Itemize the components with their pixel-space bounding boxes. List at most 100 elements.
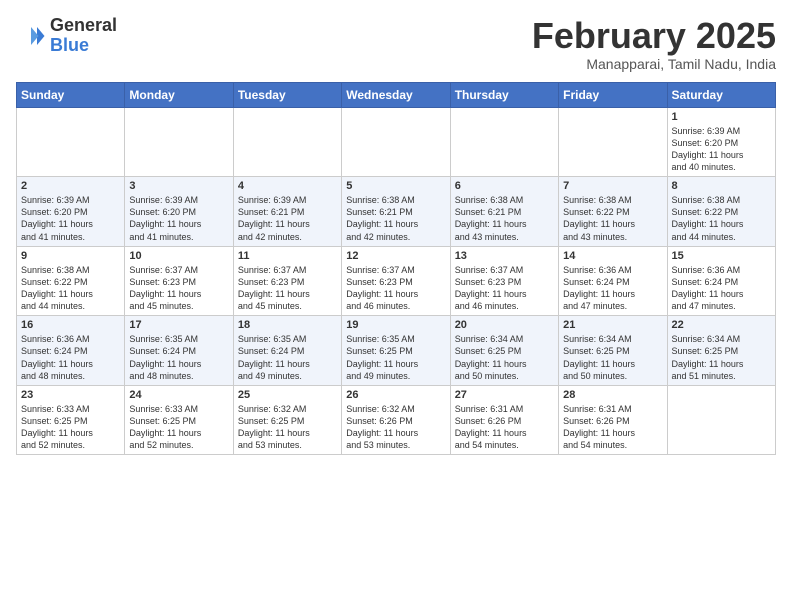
day-info: Sunrise: 6:36 AM Sunset: 6:24 PM Dayligh… [563, 264, 662, 313]
day-number: 6 [455, 180, 554, 192]
day-info: Sunrise: 6:31 AM Sunset: 6:26 PM Dayligh… [455, 403, 554, 452]
day-info: Sunrise: 6:32 AM Sunset: 6:25 PM Dayligh… [238, 403, 337, 452]
day-cell: 13 Sunrise: 6:37 AM Sunset: 6:23 PM Dayli… [450, 246, 558, 316]
calendar: SundayMondayTuesdayWednesdayThursdayFrid… [16, 82, 776, 456]
day-cell: 3 Sunrise: 6:39 AM Sunset: 6:20 PM Daylig… [125, 177, 233, 247]
day-number: 26 [346, 389, 445, 401]
day-number: 20 [455, 319, 554, 331]
day-number: 13 [455, 250, 554, 262]
day-number: 5 [346, 180, 445, 192]
day-number: 24 [129, 389, 228, 401]
day-cell [450, 107, 558, 177]
weekday-tuesday: Tuesday [233, 82, 341, 107]
day-info: Sunrise: 6:35 AM Sunset: 6:25 PM Dayligh… [346, 333, 445, 382]
day-cell: 10Sunrise: 6:37 AM Sunset: 6:23 PM Dayli… [125, 246, 233, 316]
day-info: Sunrise: 6:32 AM Sunset: 6:26 PM Dayligh… [346, 403, 445, 452]
day-number: 16 [21, 319, 120, 331]
day-cell: 1Sunrise: 6:39 AM Sunset: 6:20 PM Daylig… [667, 107, 775, 177]
calendar-body: 1Sunrise: 6:39 AM Sunset: 6:20 PM Daylig… [17, 107, 776, 455]
day-info: Sunrise: 6:39 AM Sunset: 6:20 PM Dayligh… [672, 125, 771, 174]
day-cell: 25 Sunrise: 6:32 AM Sunset: 6:25 PM Dayli… [233, 385, 341, 455]
weekday-wednesday: Wednesday [342, 82, 450, 107]
day-cell: 11 Sunrise: 6:37 AM Sunset: 6:23 PM Dayli… [233, 246, 341, 316]
day-cell: 19 Sunrise: 6:35 AM Sunset: 6:25 PM Dayli… [342, 316, 450, 386]
day-info: Sunrise: 6:38 AM Sunset: 6:22 PM Dayligh… [21, 264, 120, 313]
day-info: Sunrise: 6:37 AM Sunset: 6:23 PM Dayligh… [346, 264, 445, 313]
day-number: 8 [672, 180, 771, 192]
day-cell: 18 Sunrise: 6:35 AM Sunset: 6:24 PM Dayli… [233, 316, 341, 386]
day-info: Sunrise: 6:34 AM Sunset: 6:25 PM Dayligh… [672, 333, 771, 382]
week-row-2: 9 Sunrise: 6:38 AM Sunset: 6:22 PM Daylig… [17, 246, 776, 316]
day-number: 17 [129, 319, 228, 331]
day-number: 14 [563, 250, 662, 262]
week-row-1: 2 Sunrise: 6:39 AM Sunset: 6:20 PM Daylig… [17, 177, 776, 247]
day-number: 22 [672, 319, 771, 331]
day-number: 15 [672, 250, 771, 262]
day-number: 4 [238, 180, 337, 192]
day-cell [667, 385, 775, 455]
day-number: 18 [238, 319, 337, 331]
day-number: 7 [563, 180, 662, 192]
day-cell: 16 Sunrise: 6:36 AM Sunset: 6:24 PM Dayli… [17, 316, 125, 386]
week-row-3: 16 Sunrise: 6:36 AM Sunset: 6:24 PM Dayli… [17, 316, 776, 386]
title-block: February 2025 Manapparai, Tamil Nadu, In… [532, 16, 776, 72]
day-number: 23 [21, 389, 120, 401]
header: General Blue February 2025 Manapparai, T… [16, 16, 776, 72]
day-info: Sunrise: 6:33 AM Sunset: 6:25 PM Dayligh… [21, 403, 120, 452]
day-cell [17, 107, 125, 177]
day-info: Sunrise: 6:37 AM Sunset: 6:23 PM Dayligh… [238, 264, 337, 313]
day-cell [233, 107, 341, 177]
day-number: 2 [21, 180, 120, 192]
day-info: Sunrise: 6:35 AM Sunset: 6:24 PM Dayligh… [129, 333, 228, 382]
day-info: Sunrise: 6:33 AM Sunset: 6:25 PM Dayligh… [129, 403, 228, 452]
day-cell: 7Sunrise: 6:38 AM Sunset: 6:22 PM Daylig… [559, 177, 667, 247]
day-number: 21 [563, 319, 662, 331]
logo-general: General [50, 16, 117, 36]
weekday-friday: Friday [559, 82, 667, 107]
day-info: Sunrise: 6:31 AM Sunset: 6:26 PM Dayligh… [563, 403, 662, 452]
day-cell: 12 Sunrise: 6:37 AM Sunset: 6:23 PM Dayli… [342, 246, 450, 316]
page: General Blue February 2025 Manapparai, T… [0, 0, 792, 465]
day-cell: 4 Sunrise: 6:39 AM Sunset: 6:21 PM Daylig… [233, 177, 341, 247]
week-row-0: 1Sunrise: 6:39 AM Sunset: 6:20 PM Daylig… [17, 107, 776, 177]
calendar-header: SundayMondayTuesdayWednesdayThursdayFrid… [17, 82, 776, 107]
day-cell: 23 Sunrise: 6:33 AM Sunset: 6:25 PM Dayli… [17, 385, 125, 455]
day-cell: 26 Sunrise: 6:32 AM Sunset: 6:26 PM Dayli… [342, 385, 450, 455]
day-cell: 20 Sunrise: 6:34 AM Sunset: 6:25 PM Dayli… [450, 316, 558, 386]
day-info: Sunrise: 6:34 AM Sunset: 6:25 PM Dayligh… [563, 333, 662, 382]
day-cell: 28 Sunrise: 6:31 AM Sunset: 6:26 PM Dayli… [559, 385, 667, 455]
day-info: Sunrise: 6:38 AM Sunset: 6:22 PM Dayligh… [672, 194, 771, 243]
day-cell [342, 107, 450, 177]
day-info: Sunrise: 6:39 AM Sunset: 6:20 PM Dayligh… [129, 194, 228, 243]
day-info: Sunrise: 6:37 AM Sunset: 6:23 PM Dayligh… [129, 264, 228, 313]
day-cell: 9 Sunrise: 6:38 AM Sunset: 6:22 PM Daylig… [17, 246, 125, 316]
day-info: Sunrise: 6:37 AM Sunset: 6:23 PM Dayligh… [455, 264, 554, 313]
day-number: 12 [346, 250, 445, 262]
day-cell [125, 107, 233, 177]
day-info: Sunrise: 6:38 AM Sunset: 6:21 PM Dayligh… [346, 194, 445, 243]
day-number: 28 [563, 389, 662, 401]
day-number: 19 [346, 319, 445, 331]
weekday-monday: Monday [125, 82, 233, 107]
day-number: 27 [455, 389, 554, 401]
day-info: Sunrise: 6:34 AM Sunset: 6:25 PM Dayligh… [455, 333, 554, 382]
day-info: Sunrise: 6:36 AM Sunset: 6:24 PM Dayligh… [21, 333, 120, 382]
day-info: Sunrise: 6:39 AM Sunset: 6:21 PM Dayligh… [238, 194, 337, 243]
day-cell: 27 Sunrise: 6:31 AM Sunset: 6:26 PM Dayli… [450, 385, 558, 455]
day-info: Sunrise: 6:35 AM Sunset: 6:24 PM Dayligh… [238, 333, 337, 382]
day-number: 11 [238, 250, 337, 262]
day-cell: 22 Sunrise: 6:34 AM Sunset: 6:25 PM Dayli… [667, 316, 775, 386]
day-number: 9 [21, 250, 120, 262]
day-cell: 24 Sunrise: 6:33 AM Sunset: 6:25 PM Dayli… [125, 385, 233, 455]
logo-icon [16, 21, 46, 51]
day-cell [559, 107, 667, 177]
day-number: 25 [238, 389, 337, 401]
day-info: Sunrise: 6:39 AM Sunset: 6:20 PM Dayligh… [21, 194, 120, 243]
day-number: 3 [129, 180, 228, 192]
logo: General Blue [16, 16, 117, 56]
location-title: Manapparai, Tamil Nadu, India [532, 56, 776, 72]
logo-text: General Blue [50, 16, 117, 56]
day-info: Sunrise: 6:38 AM Sunset: 6:21 PM Dayligh… [455, 194, 554, 243]
weekday-saturday: Saturday [667, 82, 775, 107]
day-cell: 21 Sunrise: 6:34 AM Sunset: 6:25 PM Dayli… [559, 316, 667, 386]
